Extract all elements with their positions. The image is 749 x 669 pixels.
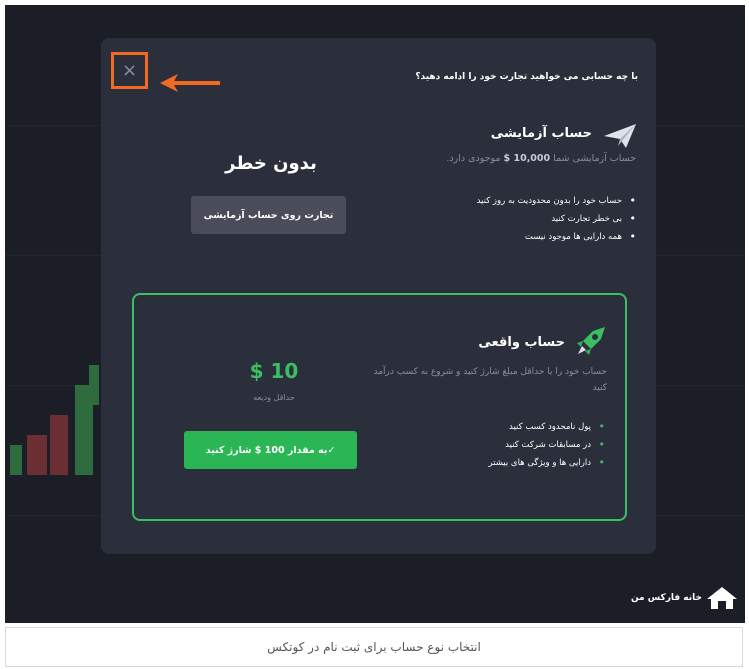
screenshot-area: × با چه حسابی می خواهید تجارت خود را ادا… [5, 5, 745, 623]
demo-feature-list: حساب خود را بدون محدودیت به روز کنید بی … [477, 192, 637, 246]
list-item: دارایی ها و ویژگی های بیشتر [488, 454, 605, 472]
demo-balance: 10,000 $ [503, 153, 551, 164]
list-item: همه دارایی ها موجود نیست [477, 228, 637, 246]
demo-account-subtitle: حساب آزمایشی شما 10,000 $ موجودی دارد. [446, 153, 636, 164]
minimum-deposit-amount: $ 10 [249, 359, 299, 383]
pointer-arrow-icon [160, 74, 220, 92]
list-item: پول نامحدود کسب کنید [488, 418, 605, 436]
list-item: بی خطر تجارت کنید [477, 210, 636, 228]
no-risk-label: بدون خطر [225, 153, 317, 174]
charge-account-button[interactable]: ✓به مقدار 100 $ شارژ کنید [184, 431, 357, 469]
figure-caption: انتخاب نوع حساب برای ثبت نام در کوتکس [267, 640, 481, 654]
rocket-icon [577, 327, 605, 355]
modal-question: با چه حسابی می خواهید تجارت خود را ادامه… [415, 72, 638, 82]
close-button[interactable]: × [111, 52, 148, 89]
close-icon: × [121, 60, 138, 81]
real-account-subtitle: حساب خود را با حداقل مبلغ شارژ کنید و شر… [373, 367, 607, 393]
trade-demo-button[interactable]: تجارت روی حساب آزمایشی [191, 196, 346, 234]
demo-subtitle-post: موجودی دارد. [446, 153, 501, 164]
demo-subtitle-pre: حساب آزمایشی شما [553, 153, 636, 164]
demo-account-title: حساب آزمایشی [490, 126, 592, 141]
list-item: حساب خود را بدون محدودیت به روز کنید [477, 192, 637, 210]
minimum-deposit-label: حداقل ودیعه [253, 393, 295, 402]
brand-name: خانه فارکس من [630, 593, 702, 603]
real-account-card: حساب واقعی حساب خود را با حداقل مبلغ شار… [132, 293, 627, 521]
real-account-title: حساب واقعی [478, 335, 565, 350]
figure-caption-box: انتخاب نوع حساب برای ثبت نام در کوتکس [5, 627, 743, 667]
list-item: در مسابقات شرکت کنید [488, 436, 605, 454]
house-logo-icon [707, 587, 737, 609]
real-feature-list: پول نامحدود کسب کنید در مسابقات شرکت کنی… [488, 418, 605, 472]
brand-watermark: خانه فارکس من [631, 585, 739, 611]
paper-plane-icon [604, 124, 636, 148]
